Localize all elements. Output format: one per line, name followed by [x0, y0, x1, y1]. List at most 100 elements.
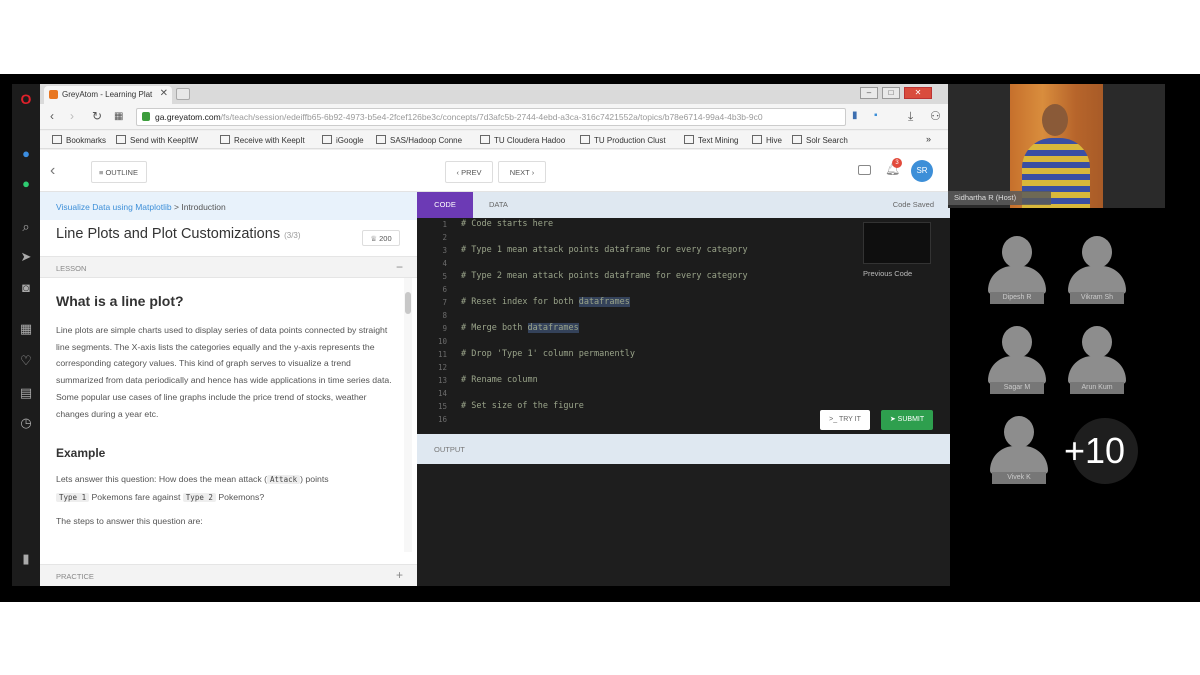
- whatsapp-icon[interactable]: ●: [17, 174, 35, 192]
- user-avatar-icon: [1002, 326, 1032, 358]
- line-number: 15: [437, 402, 447, 411]
- lesson-content: What is a line plot? Line plots are simp…: [40, 278, 402, 552]
- bookmark-item[interactable]: SAS/Hadoop Conne: [376, 135, 462, 145]
- lesson-section-bar[interactable]: LESSON −: [40, 256, 417, 278]
- example-paragraph: Lets answer this question: How does the …: [56, 471, 392, 506]
- prev-label: PREV: [461, 168, 482, 177]
- bookmark-item[interactable]: Receive with KeepIt: [220, 135, 305, 145]
- participant-tile[interactable]: Sagar M: [986, 326, 1048, 402]
- new-tab-button[interactable]: [176, 88, 190, 100]
- code-comment: # Drop 'Type 1' column permanently: [461, 349, 635, 359]
- practice-section-bar[interactable]: PRACTICE +: [40, 564, 417, 586]
- user-avatar-icon: [1082, 326, 1112, 358]
- forward-icon[interactable]: ›: [70, 109, 74, 123]
- expand-icon[interactable]: +: [396, 568, 403, 582]
- bookmark-item[interactable]: Hive: [752, 135, 782, 145]
- profile-icon[interactable]: ⚇: [930, 109, 941, 123]
- lesson-scrollbar[interactable]: [404, 278, 412, 552]
- practice-label: PRACTICE: [56, 572, 94, 581]
- next-button[interactable]: NEXT ›: [498, 161, 546, 183]
- lesson-title-text: Line Plots and Plot Customizations: [56, 226, 281, 242]
- bookmark-item[interactable]: Text Mining: [684, 135, 738, 145]
- close-window-button[interactable]: ✕: [904, 87, 932, 99]
- avatar[interactable]: SR: [911, 160, 933, 182]
- prev-button[interactable]: ‹ PREV: [445, 161, 493, 183]
- opera-logo-icon[interactable]: O: [17, 90, 35, 108]
- line-number: 13: [437, 376, 447, 385]
- code-comment: # Rename column: [461, 375, 538, 385]
- messenger-icon[interactable]: ●: [17, 144, 35, 162]
- back-icon[interactable]: ‹: [50, 109, 54, 123]
- speaker-video[interactable]: Sidhartha R (Host): [948, 84, 1165, 208]
- line-number: 8: [442, 311, 447, 320]
- browser-tab[interactable]: GreyAtom - Learning Plat ✕: [44, 86, 172, 104]
- extension-icon[interactable]: ▮: [852, 110, 858, 121]
- url-path: /fs/teach/session/edeiffb65-6b92-4973-b5…: [220, 112, 763, 122]
- user-avatar-body: [988, 266, 1046, 294]
- browser-sidebar: O ● ● ⌕ ➤ ◙ ▦ ♡ ▤ ◷ ▮: [12, 84, 40, 586]
- tab-code[interactable]: CODE: [417, 192, 473, 218]
- bookmark-item[interactable]: iGoogle: [322, 135, 364, 145]
- reload-icon[interactable]: ↻: [92, 109, 102, 123]
- inline-code: Attack: [267, 475, 301, 484]
- example-text: ) points: [300, 474, 329, 484]
- collapse-icon[interactable]: −: [396, 260, 403, 274]
- history-clock-icon[interactable]: ◷: [17, 414, 35, 432]
- back-arrow-icon[interactable]: ‹: [50, 162, 55, 180]
- tab-data[interactable]: DATA: [489, 192, 508, 218]
- line-number: 10: [437, 337, 447, 346]
- tab-close-icon[interactable]: ✕: [160, 88, 168, 99]
- bookmarks-overflow-icon[interactable]: »: [926, 134, 931, 144]
- search-icon[interactable]: ⌕: [17, 218, 35, 236]
- example-text: Pokemons fare against: [91, 491, 181, 502]
- code-comment: # Type 2 mean attack points dataframe fo…: [461, 271, 748, 281]
- bookmark-item[interactable]: TU Production Clust: [580, 135, 666, 145]
- user-avatar-body: [1068, 356, 1126, 384]
- points-badge: ♕ 200: [362, 230, 400, 246]
- code-editor[interactable]: 1 2 3 4 5 6 7 8 9 10 11 12 13 14 15 16 #…: [417, 218, 950, 433]
- bookmark-item[interactable]: TU Cloudera Hadoo: [480, 135, 565, 145]
- try-it-label: TRY IT: [838, 416, 861, 423]
- news-icon[interactable]: ▤: [17, 384, 35, 402]
- card-icon[interactable]: [858, 165, 871, 175]
- bookmark-item[interactable]: Solr Search: [792, 135, 848, 145]
- extension-2-icon[interactable]: ▪: [874, 110, 878, 121]
- line-number: 5: [442, 272, 447, 281]
- camera-icon[interactable]: ◙: [17, 278, 35, 296]
- lesson-panel: Visualize Data using Matplotlib > Introd…: [40, 192, 417, 586]
- bookmark-item[interactable]: Send with KeepItW: [116, 135, 198, 145]
- line-number: 16: [437, 415, 447, 424]
- speed-dial-icon[interactable]: ▦: [114, 111, 123, 122]
- participant-tile[interactable]: Vivek K: [988, 416, 1050, 492]
- url-input[interactable]: ga.greyatom.com/fs/teach/session/edeiffb…: [136, 108, 846, 126]
- participant-tile[interactable]: Dipesh R: [986, 236, 1048, 312]
- download-icon[interactable]: ⤓: [908, 109, 913, 124]
- code-text: # Merge both: [461, 323, 528, 333]
- try-it-button[interactable]: >_ TRY IT: [820, 410, 870, 430]
- line-number: 2: [442, 233, 447, 242]
- maximize-button[interactable]: □: [882, 87, 900, 99]
- line-number: 12: [437, 363, 447, 372]
- participant-tile[interactable]: Arun Kum: [1066, 326, 1128, 402]
- send-icon: ➤: [889, 416, 898, 423]
- code-text: # Reset index for both: [461, 297, 579, 307]
- send-icon[interactable]: ➤: [17, 248, 35, 266]
- code-comment: # Reset index for both dataframes: [461, 297, 630, 307]
- submit-button[interactable]: ➤ SUBMIT: [881, 410, 933, 430]
- bookmark-item[interactable]: Bookmarks: [52, 135, 106, 145]
- apps-grid-icon[interactable]: ▦: [17, 320, 35, 338]
- greyatom-favicon-icon: [49, 90, 58, 99]
- heart-icon[interactable]: ♡: [17, 352, 35, 370]
- sidebar-toggle-icon[interactable]: ▮: [17, 550, 35, 568]
- minimize-button[interactable]: –: [860, 87, 878, 99]
- participant-tile[interactable]: Vikram Sh: [1066, 236, 1128, 312]
- next-label: NEXT: [509, 168, 530, 177]
- user-avatar-icon: [1004, 416, 1034, 448]
- example-heading: Example: [56, 446, 106, 460]
- output-area: [417, 464, 950, 586]
- outline-button[interactable]: ≡ OUTLINE: [91, 161, 147, 183]
- previous-code-thumbnail[interactable]: [863, 222, 931, 264]
- breadcrumb-link[interactable]: Visualize Data using Matplotlib: [56, 202, 172, 212]
- lock-icon: [142, 112, 150, 121]
- scrollbar-thumb[interactable]: [405, 292, 411, 314]
